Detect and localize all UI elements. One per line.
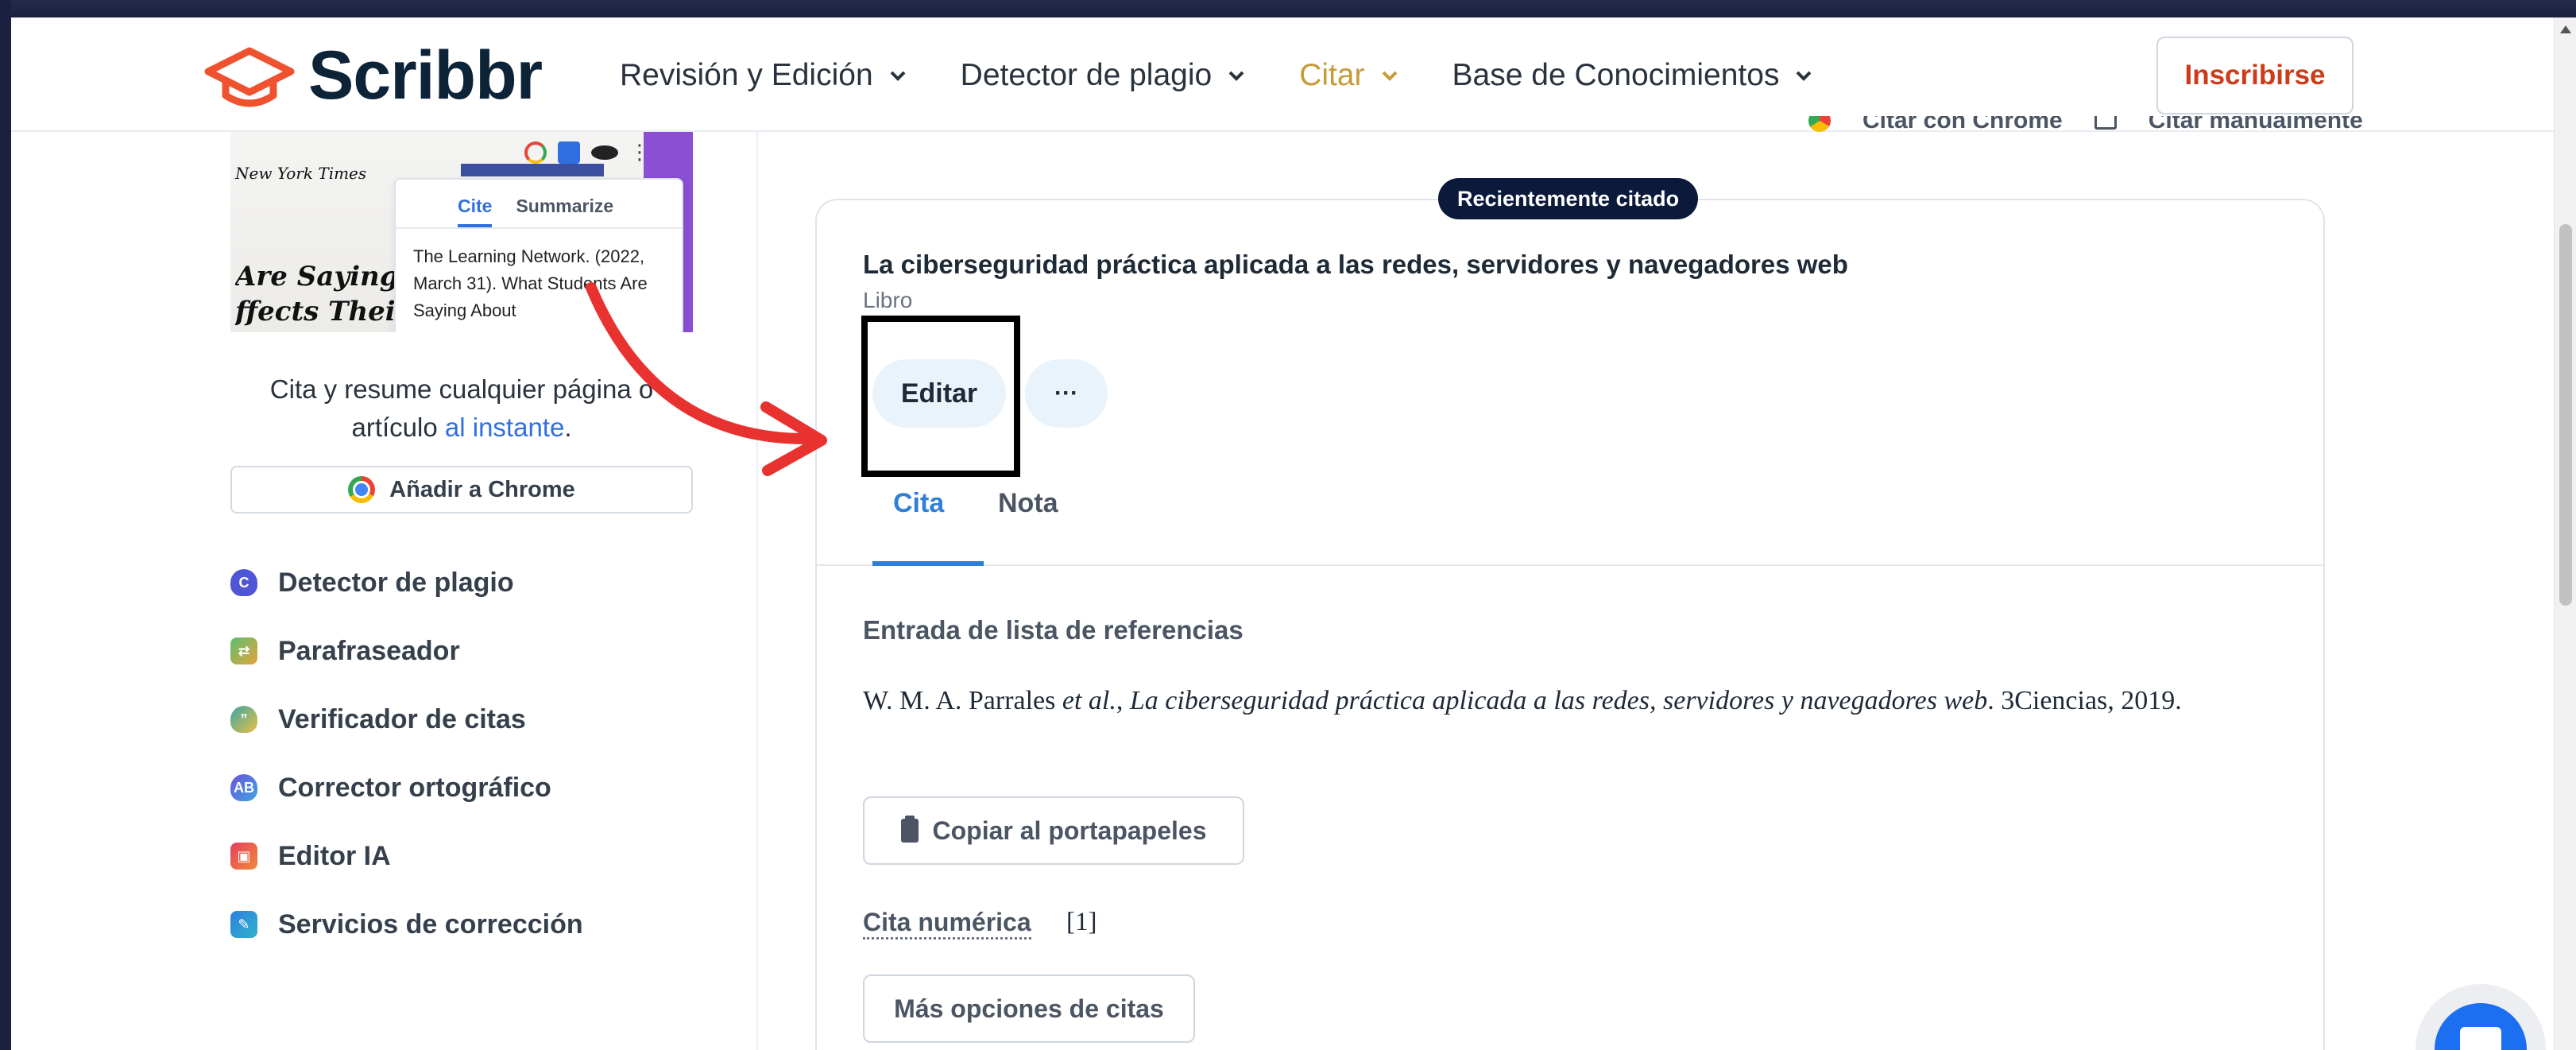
ref-authors: W. M. A. Parrales [863, 686, 1062, 715]
nav-revision[interactable]: Revisión y Edición [620, 58, 907, 93]
ref-sep: , [1116, 686, 1130, 715]
more-actions-button[interactable]: ··· [1025, 359, 1108, 428]
promo-nyt-masthead: New York Times [235, 164, 367, 183]
spell-checker-icon: AB [230, 774, 257, 801]
copy-to-clipboard-button[interactable]: Copiar al portapapeles [863, 796, 1244, 865]
tool-citation-checker[interactable]: ” Verificador de citas [230, 685, 583, 754]
numeric-citation-label[interactable]: Cita numérica [863, 908, 1031, 940]
main-nav: Revisión y Edición Detector de plagio Ci… [620, 49, 1812, 102]
numeric-citation-value: [1] [1066, 908, 1097, 936]
tab-cita[interactable]: Cita [893, 488, 944, 519]
chrome-icon [1808, 116, 1831, 132]
window-left-edge [0, 0, 11, 1050]
tool-label: Detector de plagio [278, 567, 514, 598]
nav-label: Citar [1299, 58, 1365, 92]
nav-cite[interactable]: Citar [1299, 58, 1398, 93]
chevron-down-icon [1228, 71, 1244, 81]
caption-link[interactable]: al instante [445, 413, 564, 442]
promo-tabs: Cite Summarize [396, 180, 682, 229]
promo-toolbar: ⋮ [524, 140, 650, 165]
scrollbar-thumb[interactable] [2559, 224, 2572, 606]
add-to-chrome-label: Añadir a Chrome [389, 476, 575, 502]
proofreading-icon: ✎ [230, 911, 257, 938]
tool-list: C Detector de plagio ⇄ Parafraseador ” V… [230, 548, 583, 959]
browser-viewport: Scribbr Revisión y Edición Detector de p… [11, 17, 2554, 1050]
caption-end: . [564, 413, 572, 442]
window-top-bar [0, 0, 2576, 17]
promo-card-text: The Learning Network. (2022, March 31). … [413, 246, 648, 320]
sidebar: New York Times Are Saying Al ffects Thei… [11, 132, 758, 1050]
chat-support-button[interactable] [2435, 1003, 2527, 1050]
citation-tabs: Cita Nota [815, 479, 2325, 566]
ref-rest: . 3Ciencias, 2019. [1987, 686, 2182, 715]
cite-manually-link[interactable]: Citar manualmente [2149, 116, 2363, 134]
extension-promo-image: New York Times Are Saying Al ffects Thei… [230, 132, 693, 332]
tool-label: Editor IA [278, 840, 391, 871]
eye-icon [591, 145, 618, 160]
cite-method-links: Citar con Chrome Citar manualmente [1808, 116, 2363, 148]
chevron-down-icon [1382, 71, 1397, 81]
scribbr-logo[interactable]: Scribbr [202, 37, 543, 114]
copy-label: Copiar al portapapeles [932, 816, 1207, 845]
scroll-up-arrow-icon[interactable] [2560, 25, 2571, 33]
citation-checker-icon: ” [230, 706, 257, 733]
manual-cite-icon [2094, 116, 2117, 130]
citation-title: La ciberseguridad práctica aplicada a la… [863, 250, 1848, 279]
reference-entry-text: W. M. A. Parrales et al., La ciberseguri… [863, 677, 2285, 725]
paraphraser-icon: ⇄ [230, 637, 257, 664]
more-citation-options-button[interactable]: Más opciones de citas [863, 974, 1195, 1043]
tool-paraphraser[interactable]: ⇄ Parafraseador [230, 617, 583, 685]
annotation-highlight-box [861, 316, 1020, 477]
reference-entry-heading: Entrada de lista de referencias [863, 615, 1244, 645]
promo-tab-cite: Cite [458, 196, 493, 227]
promo-blue-bar [461, 164, 604, 176]
plagiarism-checker-icon: C [230, 569, 257, 596]
active-tab-indicator [872, 561, 984, 566]
clipboard-icon [900, 816, 919, 843]
chevron-down-icon [890, 71, 906, 81]
site-header: Scribbr Revisión y Edición Detector de p… [11, 17, 2554, 132]
nav-label: Revisión y Edición [620, 58, 873, 92]
graduation-cap-logo-icon [204, 47, 295, 107]
ref-etal: et al. [1062, 686, 1116, 715]
chevron-down-icon [1797, 71, 1812, 81]
vertical-scrollbar[interactable] [2554, 17, 2576, 1050]
signup-button[interactable]: Inscribirse [2156, 37, 2354, 114]
citation-source-type: Libro [863, 288, 913, 312]
ref-title: La ciberseguridad práctica aplicada a la… [1129, 686, 1988, 715]
nav-label: Base de Conocimientos [1452, 58, 1780, 92]
recently-cited-badge: Recientemente citado [1438, 178, 1699, 219]
google-icon [524, 141, 547, 164]
add-to-chrome-button[interactable]: Añadir a Chrome [230, 466, 693, 513]
tab-nota[interactable]: Nota [998, 488, 1058, 519]
nav-plagiarism[interactable]: Detector de plagio [961, 58, 1246, 93]
ai-editor-icon: ▣ [230, 843, 257, 870]
promo-caption: Cita y resume cualquier página o artícul… [230, 370, 693, 447]
tool-proofreading[interactable]: ✎ Servicios de corrección [230, 890, 583, 959]
tool-label: Corrector ortográfico [278, 772, 551, 803]
tool-label: Parafraseador [278, 635, 460, 666]
tool-plagiarism-checker[interactable]: C Detector de plagio [230, 548, 583, 617]
nav-knowledge-base[interactable]: Base de Conocimientos [1452, 58, 1813, 93]
tool-spell-checker[interactable]: AB Corrector ortográfico [230, 754, 583, 822]
nav-label: Detector de plagio [960, 58, 1213, 92]
tool-ai-editor[interactable]: ▣ Editor IA [230, 822, 583, 890]
tool-label: Servicios de corrección [278, 909, 583, 940]
kebab-menu-icon: ⋮ [629, 140, 650, 164]
cite-with-chrome-link[interactable]: Citar con Chrome [1862, 116, 2063, 134]
logo-text: Scribbr [308, 37, 543, 114]
tool-label: Verificador de citas [278, 703, 526, 734]
promo-popup-card: Cite Summarize The Learning Network. (20… [394, 178, 683, 332]
promo-tab-summarize: Summarize [516, 196, 614, 216]
checkbox-icon [558, 141, 580, 164]
chrome-icon [348, 476, 376, 503]
